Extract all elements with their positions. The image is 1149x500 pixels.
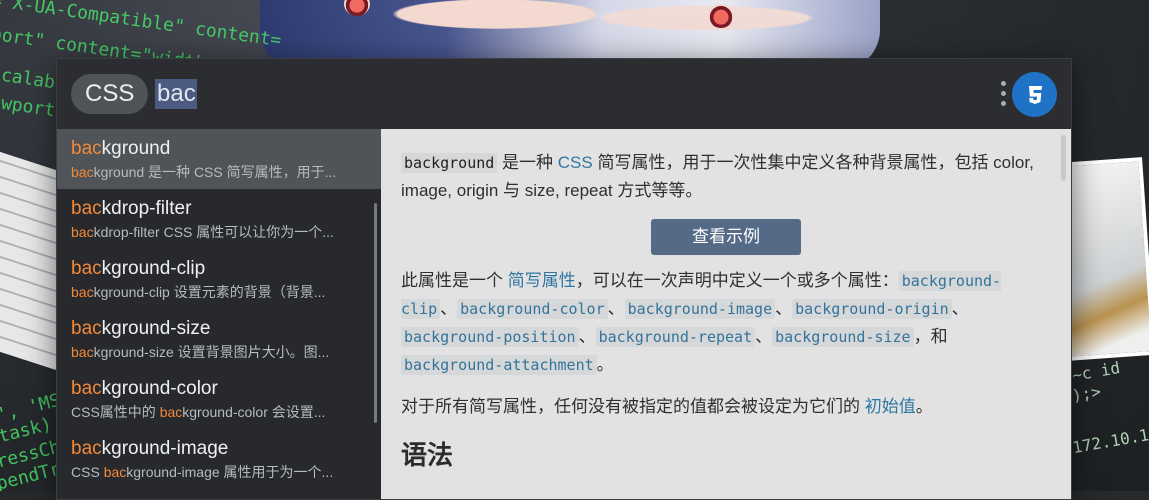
doc-search-window: CSS background background 是一种 CSS 简写属性，用… (56, 58, 1072, 500)
result-title: background-size (71, 318, 211, 339)
results-scrollbar[interactable] (374, 203, 377, 423)
wallpaper-code: 172.10.1.2 (1071, 421, 1149, 458)
view-example-button[interactable]: 查看示例 (651, 219, 801, 255)
result-title: background-clip (71, 258, 206, 279)
result-description: background-size 设置背景图片大小。图... (71, 344, 330, 360)
result-title: backdrop-filter (71, 198, 192, 219)
result-description: CSS background-image 属性用于为一个... (71, 464, 334, 480)
initial-value-paragraph: 对于所有简写属性，任何没有被指定的值都会被设定为它们的 初始值。 (401, 397, 933, 416)
syntax-heading: 语法 (401, 440, 454, 470)
keyword-tag[interactable]: CSS (71, 74, 149, 114)
property-link[interactable]: background-attachment (401, 355, 597, 375)
result-title: background-color (71, 378, 218, 399)
shorthand-link[interactable]: 简写属性 (508, 271, 576, 290)
result-item[interactable]: background-clip background-clip 设置元素的背景（… (57, 249, 381, 309)
result-item[interactable]: background-size background-size 设置背景图片大小… (57, 309, 381, 369)
property-link[interactable]: background-image (624, 299, 776, 319)
shorthand-paragraph: 此属性是一个 简写属性，可以在一次声明中定义一个或多个属性： background… (401, 271, 1002, 375)
artwork-eye (344, 0, 370, 16)
artwork-eye (708, 4, 734, 28)
css-link[interactable]: CSS (558, 153, 593, 172)
search-bar: CSS (57, 59, 1071, 129)
property-link[interactable]: background-position (401, 327, 579, 347)
property-link[interactable]: background-color (457, 299, 608, 319)
result-item[interactable]: background-color CSS属性中的 background-colo… (57, 369, 381, 429)
result-item[interactable]: background background 是一种 CSS 简写属性，用于... (57, 129, 381, 189)
wallpaper-code: );> (1070, 381, 1103, 406)
property-link[interactable]: background-repeat (595, 327, 756, 347)
results-list: background background 是一种 CSS 简写属性，用于...… (57, 129, 381, 499)
more-vert-icon[interactable] (1001, 81, 1007, 109)
initial-value-link[interactable]: 初始值 (865, 397, 916, 416)
search-input[interactable] (155, 79, 197, 109)
result-title: background (71, 138, 171, 159)
intro-paragraph: background 是一种 CSS 简写属性，用于一次性集中定义各种背景属性，… (401, 153, 1034, 200)
wallpaper-code: ~c id (1070, 357, 1122, 386)
result-item[interactable]: background-image CSS background-image 属性… (57, 429, 381, 489)
result-description: CSS属性中的 background-color 会设置... (71, 404, 326, 420)
property-link[interactable]: background-origin (792, 299, 952, 319)
doc-detail-pane: background 是一种 CSS 简写属性，用于一次性集中定义各种背景属性，… (381, 129, 1071, 499)
detail-scrollbar[interactable] (1061, 135, 1066, 181)
result-item[interactable]: backdrop-filter backdrop-filter CSS 属性可以… (57, 189, 381, 249)
result-description: backdrop-filter CSS 属性可以让你为一个... (71, 224, 334, 240)
result-title: background-image (71, 438, 229, 459)
property-code: background (401, 153, 498, 173)
keyboard-image (0, 148, 60, 372)
result-description: background 是一种 CSS 简写属性，用于... (71, 164, 337, 180)
css3-logo-icon (1012, 72, 1057, 117)
result-description: background-clip 设置元素的背景（背景... (71, 284, 326, 300)
property-link[interactable]: background-size (772, 327, 914, 347)
